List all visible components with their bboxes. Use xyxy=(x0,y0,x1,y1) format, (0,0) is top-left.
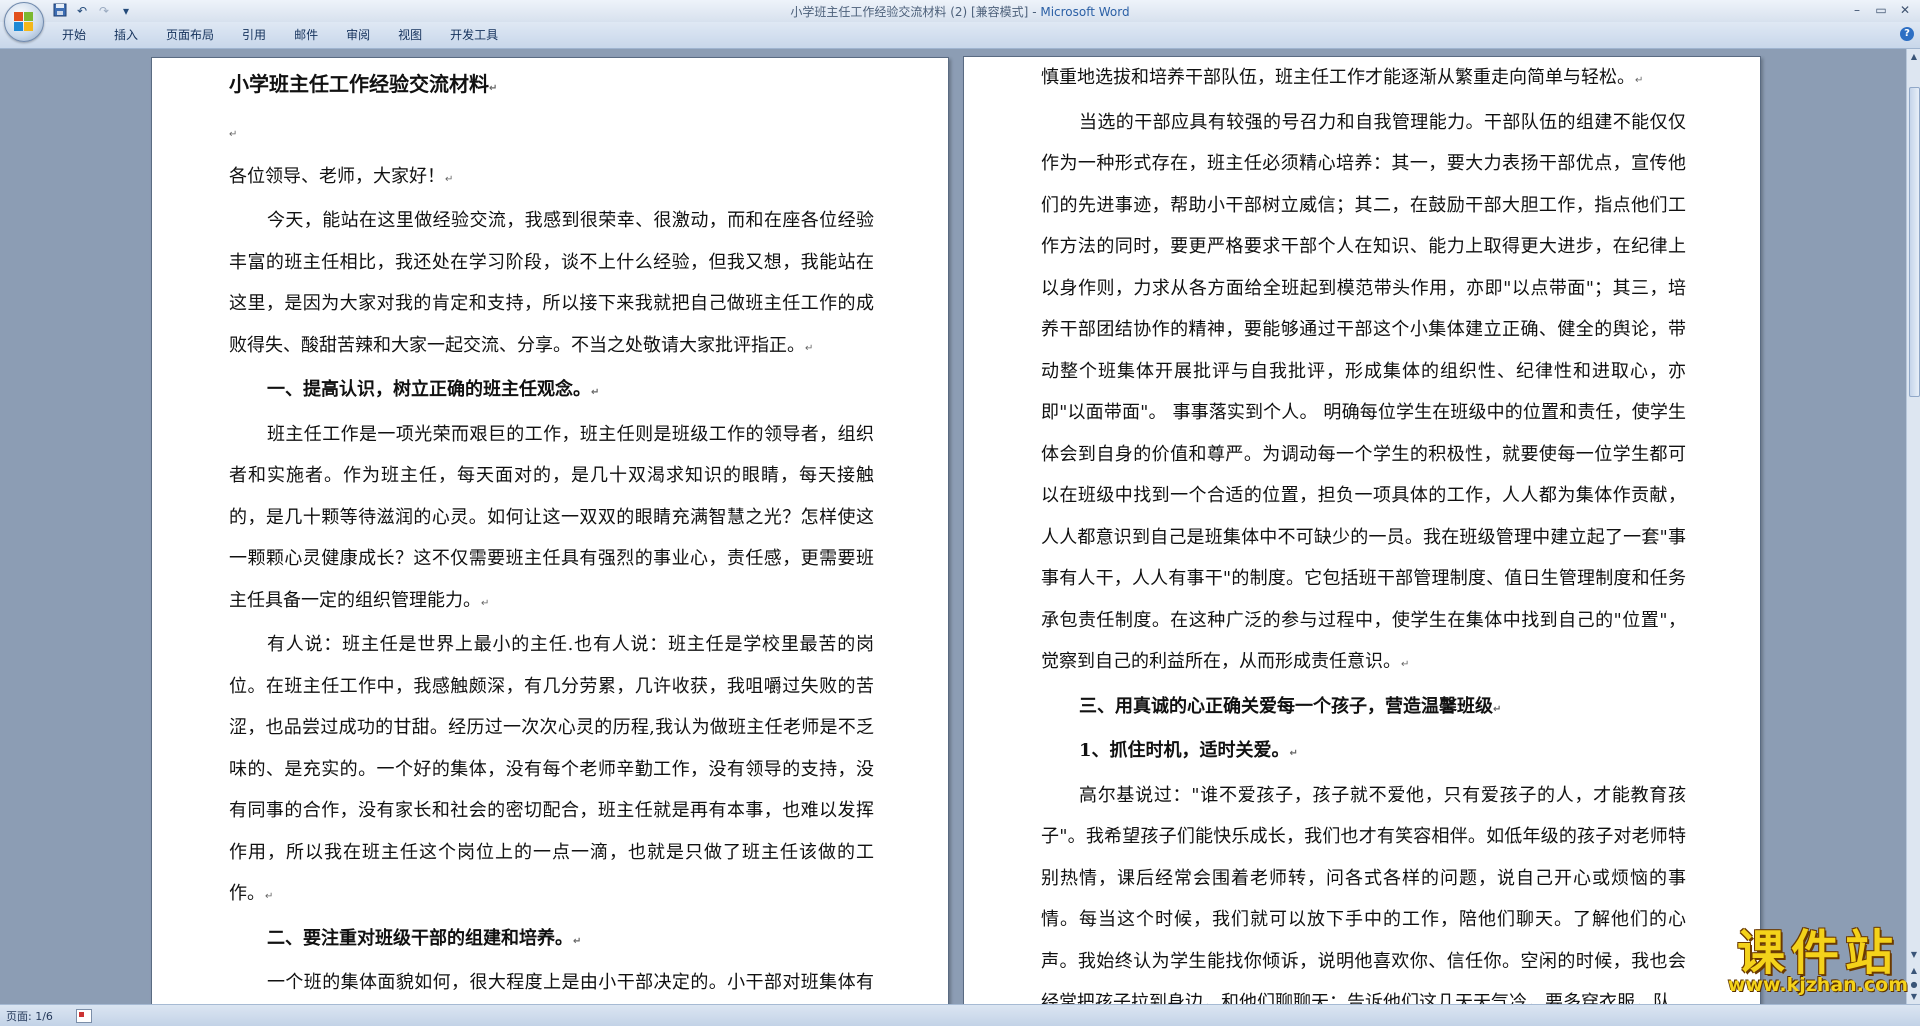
scroll-down-arrow-icon[interactable]: ▼ xyxy=(1908,949,1920,961)
next-page-icon[interactable]: ▼ xyxy=(1908,991,1920,1003)
document-page-1[interactable]: 小学班主任工作经验交流材料↵ ↵ 各位领导、老师，大家好！↵ 今天，能站在这里做… xyxy=(151,57,949,1004)
site-watermark: 课件站 www.kjzhan.com xyxy=(1728,926,1908,996)
close-button[interactable]: ✕ xyxy=(1894,1,1916,19)
paragraph: 高尔基说过："谁不爱孩子，孩子就不爱他，只有爱孩子的人，才能教育孩子"。我希望孩… xyxy=(1041,775,1686,1005)
tab-mailings[interactable]: 邮件 xyxy=(280,27,332,43)
paragraph-mark: ↵ xyxy=(445,173,454,185)
select-browse-object-icon[interactable]: ● xyxy=(1908,979,1920,991)
paragraph-text: 一个班的集体面貌如何，很大程度上是由小干部决定的。小干部对班集体有着"以点带面"… xyxy=(267,972,874,993)
paragraph-mark: ↵ xyxy=(481,597,490,609)
paragraph-mark: ↵ xyxy=(573,935,582,947)
tab-page-layout[interactable]: 页面布局 xyxy=(152,27,228,43)
tab-references[interactable]: 引用 xyxy=(228,27,280,43)
document-title-heading: 小学班主任工作经验交流材料↵ xyxy=(229,62,874,111)
subsection-heading: 1、抓住时机，适时关爱。↵ xyxy=(1041,730,1686,775)
paragraph-text: 慎重地选拔和培养干部队伍，班主任工作才能逐渐从繁重走向简单与轻松。 xyxy=(1041,67,1635,88)
salutation-text: 各位领导、老师，大家好！ xyxy=(229,165,445,187)
title-bar: ↶ ↷ ▾ 小学班主任工作经验交流材料 (2) [兼容模式] - Microso… xyxy=(0,0,1920,23)
app-name: Microsoft Word xyxy=(1040,5,1130,19)
paragraph-text: 今天，能站在这里做经验交流，我感到很荣幸、很激动，而和在座各位经验丰富的班主任相… xyxy=(229,210,874,356)
document-title: 小学班主任工作经验交流材料 (2) [兼容模式] xyxy=(790,5,1029,19)
heading-text: 三、用真诚的心正确关爱每一个孩子，营造温馨班级 xyxy=(1079,695,1493,717)
paragraph-mark: ↵ xyxy=(591,387,600,398)
watermark-logo-text: 课件站 xyxy=(1736,925,1899,981)
ribbon: 开始 插入 页面布局 引用 邮件 审阅 视图 开发工具 ? xyxy=(0,22,1920,49)
office-button[interactable] xyxy=(4,2,44,42)
tab-view[interactable]: 视图 xyxy=(384,27,436,43)
scrollbar-thumb[interactable] xyxy=(1909,87,1920,397)
paragraph: 当选的干部应具有较强的号召力和自我管理能力。干部队伍的组建不能仅仅作为一种形式存… xyxy=(1041,102,1686,686)
maximize-button[interactable]: ▭ xyxy=(1870,1,1892,19)
paragraph-mark: ↵ xyxy=(1401,659,1410,670)
vertical-scrollbar[interactable]: ▲ ▼ ▲ ● ▼ xyxy=(1906,49,1920,1004)
document-page-2[interactable]: 慎重地选拔和培养干部队伍，班主任工作才能逐渐从繁重走向简单与轻松。↵ 当选的干部… xyxy=(963,56,1761,1004)
paragraph: 有人说：班主任是世界上最小的主任.也有人说：班主任是学校里最苦的岗位。在班主任工… xyxy=(229,624,874,918)
scroll-up-arrow-icon[interactable]: ▲ xyxy=(1908,51,1920,63)
paragraph-text: 有人说：班主任是世界上最小的主任.也有人说：班主任是学校里最苦的岗位。在班主任工… xyxy=(229,634,874,904)
paragraph: 班主任工作是一项光荣而艰巨的工作，班主任则是班级工作的领导者，组织者和实施者。作… xyxy=(229,414,874,625)
heading-text: 1、抓住时机，适时关爱。 xyxy=(1079,740,1290,761)
paragraph-text: 当选的干部应具有较强的号召力和自我管理能力。干部队伍的组建不能仅仅作为一种形式存… xyxy=(1041,111,1686,673)
heading-text: 一、提高认识，树立正确的班主任观念。 xyxy=(267,379,591,400)
salutation: 各位领导、老师，大家好！↵ xyxy=(229,156,874,201)
paragraph-mark: ↵ xyxy=(489,83,498,94)
office-logo-icon xyxy=(14,12,34,32)
title-separator: - xyxy=(1028,5,1041,19)
watermark-url: www.kjzhan.com xyxy=(1727,974,1908,996)
paragraph-mark: ↵ xyxy=(1493,703,1502,715)
page-indicator[interactable]: 页面: 1/6 xyxy=(6,1008,53,1024)
paragraph-mark: ↵ xyxy=(1635,75,1644,86)
title-text: 小学班主任工作经验交流材料 xyxy=(229,72,489,96)
tab-review[interactable]: 审阅 xyxy=(332,27,384,43)
tab-developer[interactable]: 开发工具 xyxy=(436,27,512,43)
tab-home[interactable]: 开始 xyxy=(48,27,100,43)
section-heading: 一、提高认识，树立正确的班主任观念。↵ xyxy=(229,369,874,414)
proofing-status-icon[interactable] xyxy=(76,1009,92,1023)
previous-page-icon[interactable]: ▲ xyxy=(1908,965,1920,977)
ribbon-tabs: 开始 插入 页面布局 引用 邮件 审阅 视图 开发工具 xyxy=(48,27,512,43)
paragraph-mark: ↵ xyxy=(1289,748,1298,759)
paragraph-mark: ↵ xyxy=(265,891,274,902)
document-workspace: 小学班主任工作经验交流材料↵ ↵ 各位领导、老师，大家好！↵ 今天，能站在这里做… xyxy=(0,49,1906,1004)
paragraph: 一个班的集体面貌如何，很大程度上是由小干部决定的。小干部对班集体有着"以点带面"… xyxy=(229,962,874,1004)
paragraph-mark: ↵ xyxy=(229,129,238,140)
empty-paragraph: ↵ xyxy=(229,111,874,156)
section-heading: 二、要注重对班级干部的组建和培养。↵ xyxy=(229,918,874,963)
heading-text: 二、要注重对班级干部的组建和培养。 xyxy=(267,927,573,949)
section-heading: 三、用真诚的心正确关爱每一个孩子，营造温馨班级↵ xyxy=(1041,686,1686,731)
minimize-button[interactable]: – xyxy=(1846,1,1868,19)
window-controls: – ▭ ✕ xyxy=(1846,1,1916,19)
paragraph-mark: ↵ xyxy=(805,342,814,354)
tab-insert[interactable]: 插入 xyxy=(100,27,152,43)
page-content: 慎重地选拔和培养干部队伍，班主任工作才能逐渐从繁重走向简单与轻松。↵ 当选的干部… xyxy=(1041,57,1686,1004)
paragraph-text: 班主任工作是一项光荣而艰巨的工作，班主任则是班级工作的领导者，组织者和实施者。作… xyxy=(229,423,874,611)
paragraph-text: 高尔基说过："谁不爱孩子，孩子就不爱他，只有爱孩子的人，才能教育孩子"。我希望孩… xyxy=(1041,784,1686,1005)
help-icon[interactable]: ? xyxy=(1900,27,1914,41)
status-bar: 页面: 1/6 xyxy=(0,1004,1920,1026)
paragraph: 慎重地选拔和培养干部队伍，班主任工作才能逐渐从繁重走向简单与轻松。↵ xyxy=(1041,57,1686,102)
window-title: 小学班主任工作经验交流材料 (2) [兼容模式] - Microsoft Wor… xyxy=(0,3,1920,20)
page-content: 小学班主任工作经验交流材料↵ ↵ 各位领导、老师，大家好！↵ 今天，能站在这里做… xyxy=(229,58,874,1004)
paragraph: 今天，能站在这里做经验交流，我感到很荣幸、很激动，而和在座各位经验丰富的班主任相… xyxy=(229,200,874,369)
